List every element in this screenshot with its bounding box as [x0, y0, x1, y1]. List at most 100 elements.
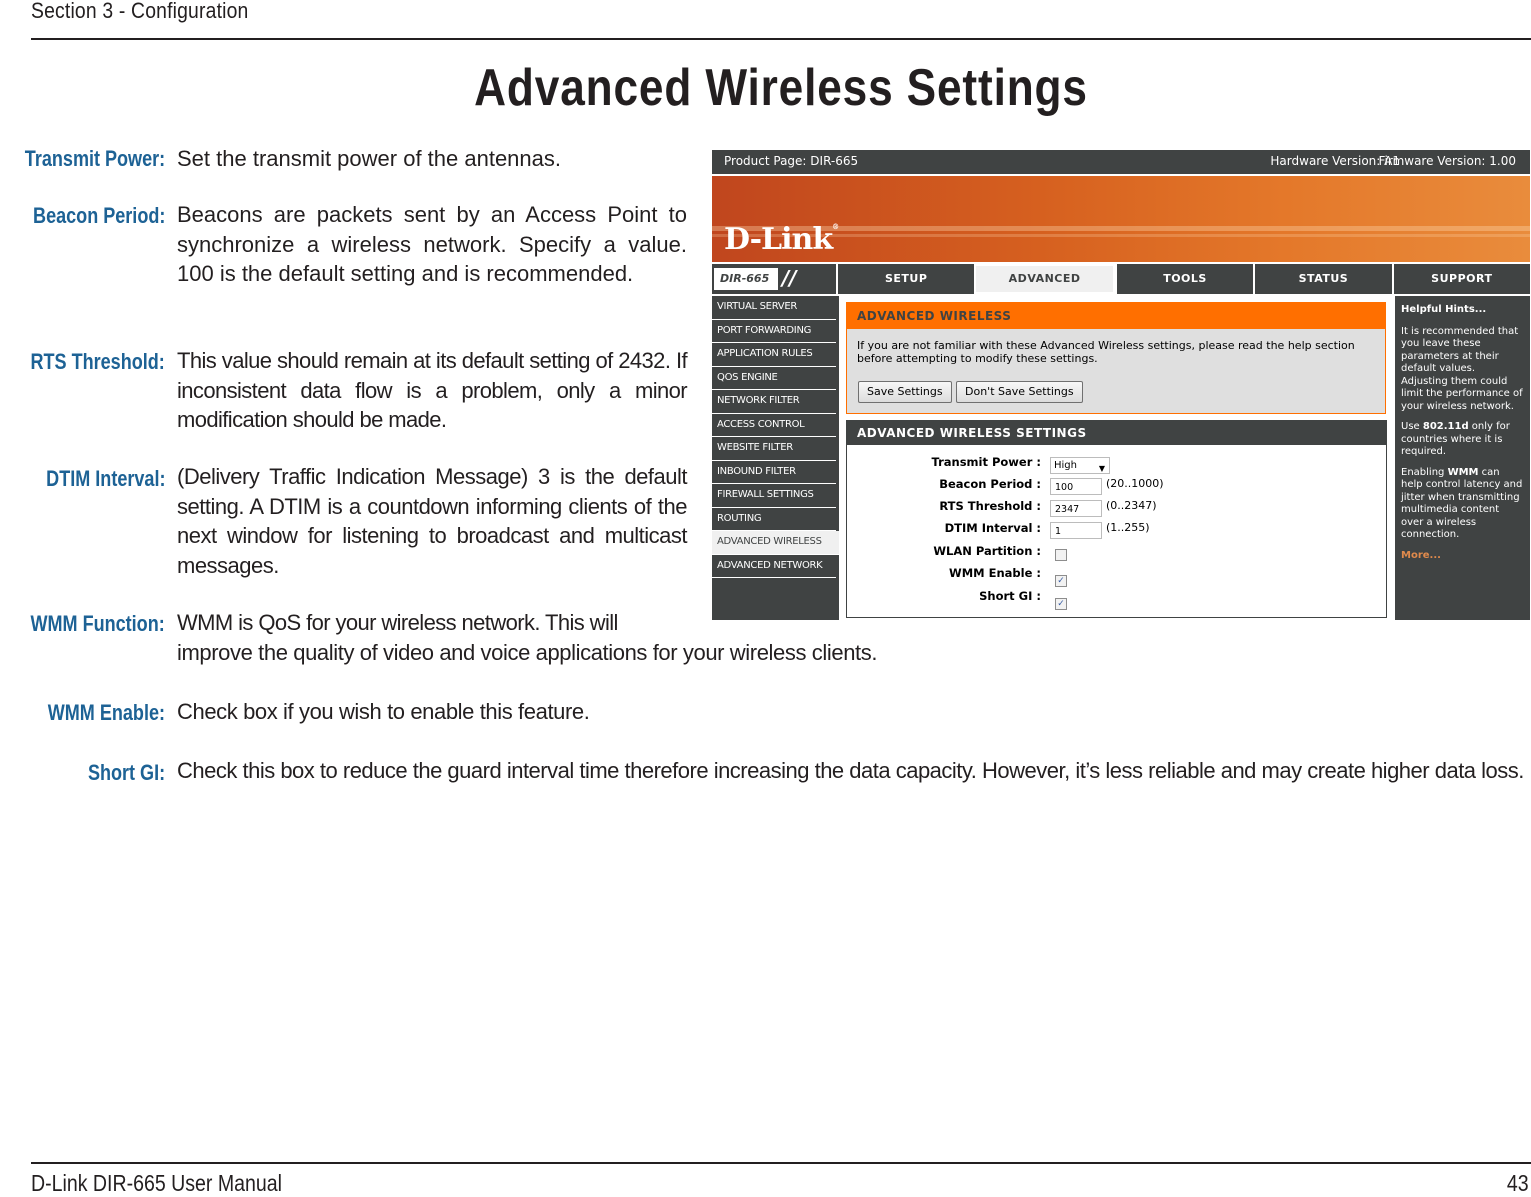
tab-support[interactable]: SUPPORT: [1391, 264, 1530, 294]
row-rts-threshold: RTS Threshold : 2347 (0..2347): [847, 497, 1387, 517]
sidebar-item-qos-engine[interactable]: QOS ENGINE: [712, 367, 836, 390]
short-gi-checkbox[interactable]: ✓: [1055, 598, 1067, 610]
transmit-power-select[interactable]: High ▼: [1050, 457, 1110, 474]
term-beacon-period: Beacon Period:: [32, 203, 165, 228]
rts-threshold-input[interactable]: 2347: [1050, 500, 1102, 517]
transmit-power-value: High: [1054, 460, 1077, 471]
row-short-gi: Short GI : ✓: [847, 587, 1387, 610]
model-badge-area: DIR-665 //: [712, 264, 836, 294]
footer-manual-title: D-Link DIR-665 User Manual: [31, 1170, 282, 1196]
desc-rts-threshold: This value should remain at its default …: [177, 348, 688, 432]
advanced-wireless-settings-box: ADVANCED WIRELESS SETTINGS Transmit Powe…: [846, 420, 1387, 618]
more-link[interactable]: More...: [1401, 550, 1524, 563]
transmit-power-label: Transmit Power :: [931, 455, 1042, 469]
wlan-partition-label: WLAN Partition :: [933, 544, 1041, 558]
short-gi-label: Short GI :: [979, 589, 1041, 603]
section-header: Section 3 - Configuration: [31, 0, 249, 23]
dtim-interval-input[interactable]: 1: [1050, 522, 1102, 539]
sidebar-item-network-filter[interactable]: NETWORK FILTER: [712, 390, 836, 414]
tab-advanced[interactable]: ADVANCED: [974, 264, 1115, 294]
rts-threshold-label: RTS Threshold :: [939, 499, 1041, 513]
sidebar-item-advanced-network[interactable]: ADVANCED NETWORK: [712, 555, 836, 578]
wlan-partition-field: [1050, 542, 1067, 561]
dtim-interval-field: 1 (1..255): [1050, 519, 1150, 539]
sidebar-item-access-control[interactable]: ACCESS CONTROL: [712, 414, 836, 437]
desc-wmm-function-line1: WMM is QoS for your wireless network. Th…: [177, 610, 618, 635]
row-wlan-partition: WLAN Partition :: [847, 542, 1387, 562]
firmware-version: Firmware Version: 1.00: [1378, 154, 1516, 168]
hint-defaults: It is recommended that you leave these p…: [1401, 325, 1523, 412]
desc-wmm-enable: Check box if you wish to enable this fea…: [177, 699, 590, 724]
router-screenshot: Product Page: DIR-665 Hardware Version: …: [712, 150, 1530, 620]
beacon-period-label: Beacon Period :: [939, 477, 1041, 491]
intro-text: If you are not familiar with these Advan…: [857, 339, 1355, 365]
dtim-interval-range: (1..255): [1106, 521, 1150, 534]
hint-80211d: Use 802.11d only for countries where it …: [1401, 421, 1524, 459]
tab-tools[interactable]: TOOLS: [1114, 264, 1253, 294]
short-gi-field: ✓: [1050, 587, 1067, 610]
tab-setup[interactable]: SETUP: [836, 264, 974, 294]
wlan-partition-checkbox[interactable]: [1055, 549, 1067, 561]
save-settings-button[interactable]: Save Settings: [858, 381, 952, 403]
term-wmm-enable: WMM Enable:: [47, 700, 165, 725]
sidebar-item-firewall-settings[interactable]: FIREWALL SETTINGS: [712, 484, 836, 508]
row-transmit-power: Transmit Power : High ▼: [847, 453, 1387, 474]
wmm-enable-field: ✓: [1050, 564, 1067, 587]
helpful-hints-panel: Helpful Hints... It is recommended that …: [1395, 296, 1530, 620]
transmit-power-field: High ▼: [1050, 453, 1110, 474]
intro-heading: ADVANCED WIRELESS: [847, 303, 1385, 329]
sidebar-item-port-forwarding[interactable]: PORT FORWARDING: [712, 320, 836, 343]
registered-mark: ®: [832, 222, 839, 231]
page-title: Advanced Wireless Settings: [474, 59, 1088, 117]
term-transmit-power: Transmit Power:: [24, 146, 165, 171]
hint-bold: 802.11d: [1422, 421, 1469, 432]
hint-text: Use: [1401, 421, 1423, 432]
sidebar-item-website-filter[interactable]: WEBSITE FILTER: [712, 437, 836, 461]
header-divider: [31, 38, 1531, 40]
router-sidebar: VIRTUAL SERVER PORT FORWARDING APPLICATI…: [712, 296, 839, 620]
hint-bold: WMM: [1447, 466, 1479, 478]
row-dtim-interval: DTIM Interval : 1 (1..255): [847, 519, 1387, 539]
dtim-interval-label: DTIM Interval :: [944, 521, 1041, 535]
router-main-nav: DIR-665 // SETUP ADVANCED TOOLS STATUS S…: [712, 264, 1530, 294]
advanced-wireless-intro-box: ADVANCED WIRELESS If you are not familia…: [846, 302, 1386, 414]
dlink-logo-text: D-Link: [724, 222, 833, 257]
settings-heading: ADVANCED WIRELESS SETTINGS: [847, 421, 1386, 445]
footer-divider: [31, 1162, 1531, 1164]
beacon-period-input[interactable]: 100: [1050, 478, 1102, 495]
model-slash-decoration: //: [782, 266, 797, 290]
hint-text: Enabling: [1401, 466, 1448, 478]
dont-save-settings-button[interactable]: Don't Save Settings: [956, 381, 1083, 403]
footer-page-number: 43: [1507, 1170, 1529, 1196]
tab-status[interactable]: STATUS: [1253, 264, 1391, 294]
router-topbar: Product Page: DIR-665 Hardware Version: …: [712, 150, 1530, 174]
row-wmm-enable: WMM Enable : ✓: [847, 564, 1387, 587]
row-beacon-period: Beacon Period : 100 (20..1000): [847, 475, 1387, 495]
hints-heading: Helpful Hints...: [1401, 304, 1487, 315]
sidebar-item-application-rules[interactable]: APPLICATION RULES: [712, 343, 836, 367]
rts-threshold-field: 2347 (0..2347): [1050, 497, 1157, 517]
desc-transmit-power: Set the transmit power of the antennas.: [177, 146, 562, 171]
model-badge: DIR-665: [714, 268, 778, 290]
term-wmm-function: WMM Function:: [30, 611, 165, 636]
desc-beacon-period: Beacons are packets sent by an Access Po…: [177, 202, 687, 286]
beacon-period-field: 100 (20..1000): [1050, 475, 1164, 495]
router-banner: D-Link®: [712, 176, 1530, 262]
desc-short-gi: Check this box to reduce the guard inter…: [177, 758, 1524, 783]
beacon-period-range: (20..1000): [1106, 477, 1164, 490]
rts-threshold-range: (0..2347): [1106, 499, 1157, 512]
wmm-enable-label: WMM Enable :: [949, 566, 1041, 580]
term-rts-threshold: RTS Threshold:: [30, 349, 165, 374]
term-short-gi: Short GI:: [87, 760, 165, 785]
sidebar-item-inbound-filter[interactable]: INBOUND FILTER: [712, 461, 836, 484]
wmm-enable-checkbox[interactable]: ✓: [1055, 575, 1067, 587]
sidebar-item-routing[interactable]: ROUTING: [712, 508, 836, 531]
product-page-label: Product Page: DIR-665: [724, 154, 859, 168]
term-dtim-interval: DTIM Interval:: [45, 466, 165, 491]
sidebar-item-advanced-wireless[interactable]: ADVANCED WIRELESS: [712, 531, 839, 555]
desc-wmm-function-line2: improve the quality of video and voice a…: [177, 640, 878, 665]
desc-dtim-interval: (Delivery Traffic Indication Message) 3 …: [177, 464, 688, 578]
sidebar-item-virtual-server[interactable]: VIRTUAL SERVER: [712, 296, 836, 320]
dlink-logo: D-Link®: [724, 222, 839, 257]
hint-wmm: Enabling WMM can help control latency an…: [1401, 467, 1524, 542]
